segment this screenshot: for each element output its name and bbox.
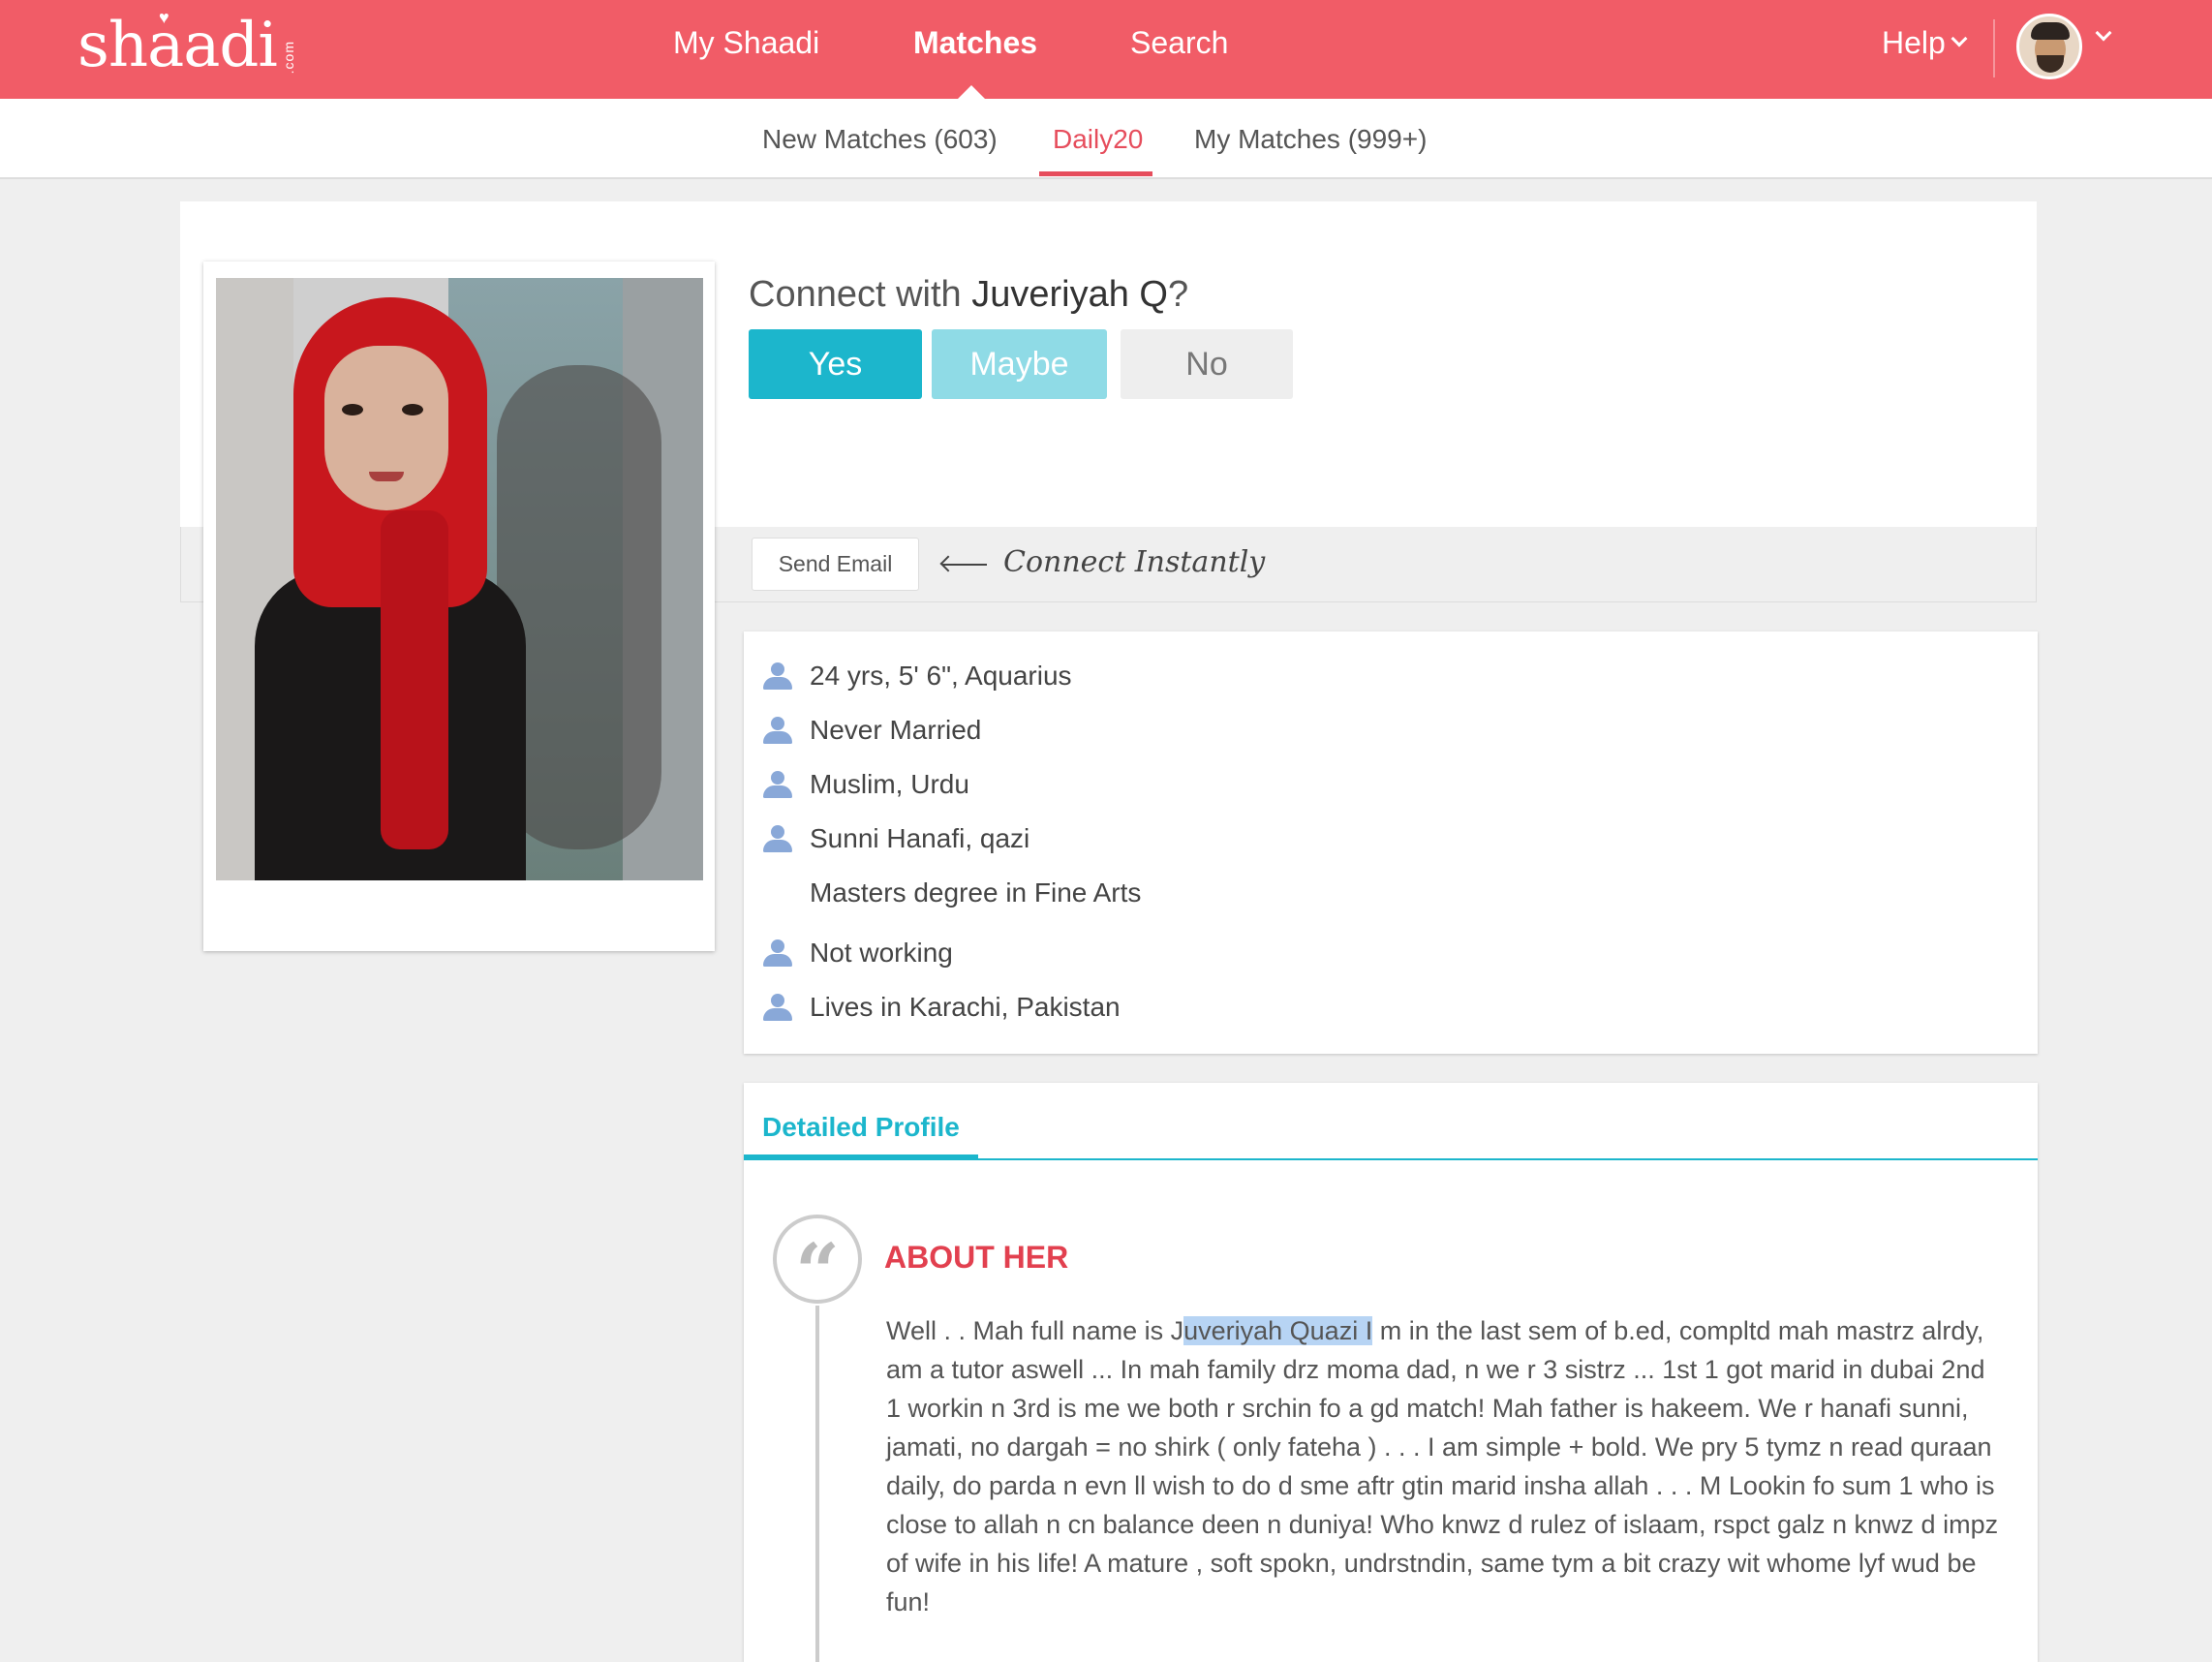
- user-avatar[interactable]: [2016, 14, 2082, 79]
- top-bar: shaadi ♥ .com My Shaadi Matches Search H…: [0, 0, 2212, 99]
- info-age-height-sign: 24 yrs, 5' 6", Aquarius: [810, 661, 1072, 691]
- profile-photo-frame: [203, 262, 715, 951]
- nav-search[interactable]: Search: [1130, 23, 1228, 62]
- person-icon: [763, 717, 792, 744]
- info-location: Lives in Karachi, Pakistan: [810, 992, 1121, 1022]
- tab-daily20[interactable]: Daily20: [1053, 122, 1143, 157]
- info-community: Sunni Hanafi, qazi: [810, 823, 1030, 853]
- avatar-beard: [2037, 55, 2064, 73]
- about-her-heading: ABOUT HER: [884, 1240, 1069, 1275]
- yes-button[interactable]: Yes: [749, 329, 922, 399]
- connect-question: Connect with Juveriyah Q?: [749, 271, 1188, 318]
- about-text-start: Well . . Mah full name is J: [886, 1316, 1184, 1345]
- info-education: Masters degree in Fine Arts: [810, 877, 1142, 908]
- help-menu[interactable]: Help: [1882, 23, 1968, 62]
- info-row-location: Lives in Karachi, Pakistan: [763, 988, 1121, 1027]
- tab-my-matches[interactable]: My Matches (999+): [1194, 122, 1427, 157]
- help-label: Help: [1882, 25, 1946, 60]
- info-row-religion: Muslim, Urdu: [763, 765, 969, 804]
- connect-prefix: Connect with: [749, 274, 972, 315]
- nav-matches[interactable]: Matches: [913, 23, 1037, 62]
- info-row-marital: Never Married: [763, 711, 981, 750]
- profile-photo[interactable]: [216, 278, 703, 880]
- profile-name: Juveriyah Q: [971, 274, 1168, 315]
- active-tab-underline: [744, 1154, 978, 1159]
- info-row-profession: Not working: [763, 934, 953, 972]
- main-nav: My Shaadi Matches Search: [0, 0, 2212, 99]
- tab-detailed-profile[interactable]: Detailed Profile: [762, 1110, 960, 1145]
- info-row-age: 24 yrs, 5' 6", Aquarius: [763, 657, 1072, 695]
- send-email-button[interactable]: Send Email: [752, 538, 919, 591]
- detailed-profile-card: Detailed Profile “ ABOUT HER Well . . Ma…: [744, 1083, 2038, 1662]
- person-icon: [763, 994, 792, 1021]
- maybe-button[interactable]: Maybe: [932, 329, 1107, 399]
- quote-rule: [815, 1306, 819, 1662]
- profile-summary-card: 24 yrs, 5' 6", Aquarius Never Married Mu…: [744, 631, 2038, 1054]
- person-icon: [763, 662, 792, 690]
- person-icon: [763, 771, 792, 798]
- no-button[interactable]: No: [1121, 329, 1293, 399]
- quote-icon: “: [773, 1215, 862, 1317]
- info-row-education: Masters degree in Fine Arts: [763, 874, 1141, 912]
- info-religion-language: Muslim, Urdu: [810, 769, 969, 799]
- about-text-selection: uveriyah Quazi I: [1183, 1316, 1373, 1345]
- about-text-rest: m in the last sem of b.ed, compltd mah m…: [886, 1316, 1999, 1616]
- matches-sub-nav: New Matches (603) Daily20 My Matches (99…: [0, 99, 2212, 179]
- connect-suffix: ?: [1167, 274, 1189, 315]
- about-her-text: Well . . Mah full name is Juveriyah Quaz…: [886, 1311, 2000, 1621]
- tab-new-matches[interactable]: New Matches (603): [762, 122, 998, 157]
- connect-instantly-note: Connect Instantly: [1003, 545, 1266, 579]
- person-icon: [763, 825, 792, 852]
- person-icon: [763, 939, 792, 967]
- avatar-hair: [2031, 22, 2070, 40]
- nav-my-shaadi[interactable]: My Shaadi: [673, 23, 819, 62]
- info-profession: Not working: [810, 938, 953, 968]
- active-tab-underline: [1039, 171, 1152, 176]
- arrow-left-icon: [942, 564, 987, 566]
- info-row-community: Sunni Hanafi, qazi: [763, 819, 1029, 858]
- info-marital-status: Never Married: [810, 715, 982, 745]
- active-nav-caret-icon: [958, 85, 985, 99]
- header-divider: [1993, 19, 1995, 77]
- chevron-down-icon: [1951, 30, 1968, 47]
